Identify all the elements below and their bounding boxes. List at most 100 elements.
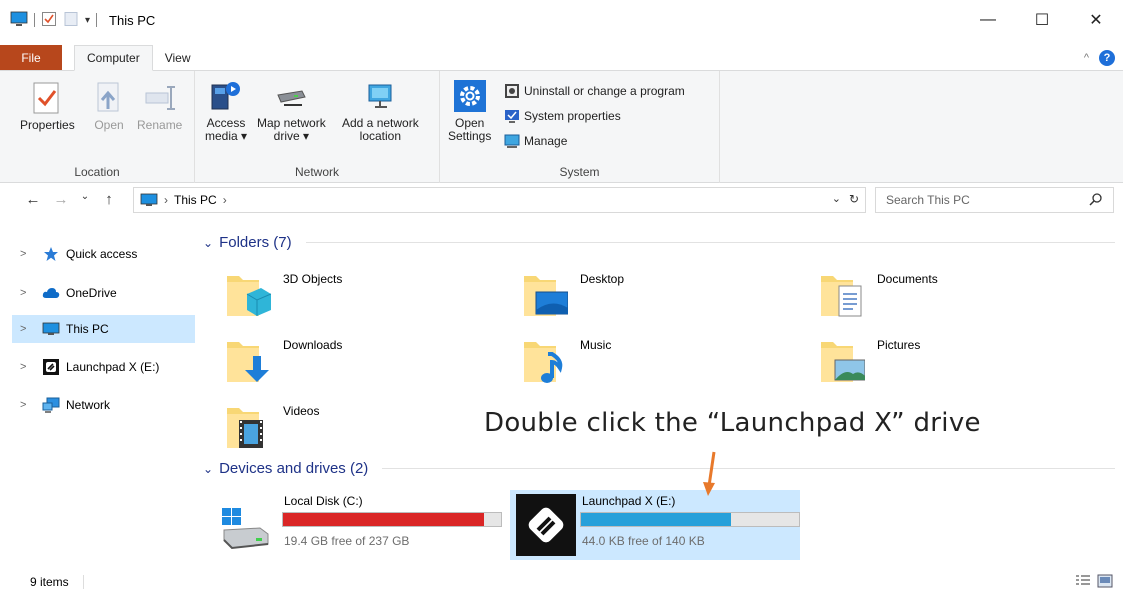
uninstall-icon bbox=[505, 84, 519, 98]
folder-label: Documents bbox=[877, 272, 938, 286]
maximize-button[interactable]: ☐ bbox=[1015, 0, 1069, 40]
tab-file[interactable]: File bbox=[0, 45, 62, 70]
breadcrumb-chevron-icon[interactable]: › bbox=[223, 193, 227, 207]
folders-header-label: Folders (7) bbox=[219, 234, 292, 251]
open-settings-button[interactable]: Open Settings bbox=[448, 79, 491, 143]
videos-folder-icon bbox=[227, 408, 263, 448]
folder-desktop[interactable]: Desktop bbox=[492, 264, 772, 322]
open-settings-label: Open Settings bbox=[448, 116, 492, 143]
instruction-annotation: Double click the “Launchpad X” drive bbox=[484, 408, 981, 438]
computer-icon bbox=[42, 321, 60, 337]
address-bar[interactable]: › This PC › ⌄ ↻ bbox=[133, 187, 866, 213]
large-icons-view-icon[interactable] bbox=[1097, 574, 1113, 591]
refresh-icon[interactable]: ↻ bbox=[849, 192, 859, 206]
system-properties-label: System properties bbox=[524, 109, 621, 123]
drive-launchpad-x-e[interactable]: Launchpad X (E:) 44.0 KB free of 140 KB bbox=[510, 490, 800, 560]
drive-usage-fill bbox=[283, 513, 484, 526]
documents-folder-icon bbox=[821, 276, 862, 317]
properties-button[interactable]: Properties bbox=[20, 81, 75, 132]
sidebar-item-network[interactable]: > Network bbox=[12, 391, 195, 419]
drive-usage-bar bbox=[282, 512, 502, 527]
search-input[interactable]: Search This PC bbox=[875, 187, 1114, 213]
folder-label: Downloads bbox=[283, 338, 343, 352]
uninstall-program-button[interactable]: Uninstall or change a program bbox=[504, 83, 685, 99]
expand-chevron-icon[interactable]: > bbox=[12, 248, 32, 260]
map-network-drive-label: Map network drive ▾ bbox=[257, 116, 326, 143]
3d-objects-folder-icon bbox=[227, 276, 271, 316]
folder-music[interactable]: Music bbox=[492, 330, 772, 388]
manage-label: Manage bbox=[524, 134, 568, 148]
expand-chevron-icon[interactable]: > bbox=[12, 399, 32, 411]
folder-3d-objects[interactable]: 3D Objects bbox=[195, 264, 475, 322]
search-placeholder: Search This PC bbox=[886, 193, 970, 207]
search-icon[interactable] bbox=[1089, 192, 1103, 209]
folder-downloads[interactable]: Downloads bbox=[195, 330, 475, 388]
qat-dropdown-icon[interactable]: ▾ bbox=[85, 15, 90, 26]
system-group: Open Settings Uninstall or change a prog… bbox=[440, 71, 720, 183]
folder-documents[interactable]: Documents bbox=[789, 264, 1069, 322]
expand-chevron-icon[interactable]: > bbox=[12, 287, 32, 299]
close-button[interactable]: ✕ bbox=[1069, 0, 1123, 40]
folder-label: Pictures bbox=[877, 338, 921, 352]
drive-name: Local Disk (C:) bbox=[284, 494, 363, 508]
recent-locations-icon[interactable]: ⌄ bbox=[78, 191, 92, 208]
network-group-label: Network bbox=[294, 165, 339, 179]
quick-access-toolbar: ▾ This PC bbox=[0, 11, 155, 30]
manage-button[interactable]: Manage bbox=[504, 133, 567, 149]
uninstall-program-label: Uninstall or change a program bbox=[524, 84, 685, 98]
system-properties-button[interactable]: System properties bbox=[504, 108, 621, 124]
drive-name: Launchpad X (E:) bbox=[582, 494, 676, 508]
folders-section-header[interactable]: ⌄ Folders (7) bbox=[203, 234, 1115, 251]
open-button[interactable]: Open bbox=[92, 81, 126, 132]
tab-computer[interactable]: Computer bbox=[74, 45, 153, 71]
system-group-label: System bbox=[559, 165, 600, 179]
properties-qat-icon[interactable] bbox=[41, 11, 57, 30]
breadcrumb-this-pc[interactable]: This PC bbox=[174, 193, 217, 207]
up-arrow-icon[interactable]: ↑ bbox=[98, 191, 120, 208]
minimize-button[interactable]: — bbox=[961, 0, 1015, 40]
access-media-button[interactable]: Access media ▾ bbox=[205, 79, 247, 143]
cloud-icon bbox=[42, 285, 60, 301]
sidebar-item-onedrive[interactable]: > OneDrive bbox=[12, 279, 195, 307]
computer-icon bbox=[140, 193, 158, 206]
location-group-label: Location bbox=[74, 165, 120, 179]
tab-view[interactable]: View bbox=[153, 45, 203, 70]
devices-header-label: Devices and drives (2) bbox=[219, 460, 369, 477]
sidebar-item-launchpad[interactable]: > Launchpad X (E:) bbox=[12, 353, 195, 381]
forward-arrow-icon[interactable]: → bbox=[50, 191, 72, 208]
network-location-icon bbox=[363, 79, 397, 113]
launchpad-drive-icon bbox=[42, 359, 60, 375]
network-drive-icon bbox=[274, 79, 308, 113]
collapse-chevron-icon[interactable]: ⌄ bbox=[203, 462, 213, 476]
pictures-folder-icon bbox=[821, 342, 865, 382]
details-view-icon[interactable] bbox=[1075, 574, 1091, 591]
expand-chevron-icon[interactable]: > bbox=[12, 361, 32, 373]
new-folder-qat-icon[interactable] bbox=[63, 11, 79, 30]
folder-pictures[interactable]: Pictures bbox=[789, 330, 1069, 388]
folder-label: Desktop bbox=[580, 272, 625, 286]
collapse-chevron-icon[interactable]: ⌄ bbox=[203, 236, 213, 250]
collapse-ribbon-icon[interactable]: ^ bbox=[1084, 52, 1089, 64]
map-network-drive-button[interactable]: Map network drive ▾ bbox=[257, 79, 326, 143]
folder-label: 3D Objects bbox=[283, 272, 343, 286]
properties-label: Properties bbox=[20, 118, 75, 132]
sidebar-item-label: OneDrive bbox=[66, 286, 117, 300]
folder-videos[interactable]: Videos bbox=[195, 396, 475, 454]
sidebar-item-label: Quick access bbox=[66, 247, 138, 261]
access-media-label: Access media ▾ bbox=[205, 116, 248, 143]
address-dropdown-icon[interactable]: ⌄ bbox=[832, 192, 841, 206]
devices-section-header[interactable]: ⌄ Devices and drives (2) bbox=[203, 460, 1115, 477]
rename-button[interactable]: Rename bbox=[137, 81, 182, 132]
add-network-location-button[interactable]: Add a network location bbox=[342, 79, 419, 143]
drive-local-disk-c[interactable]: Local Disk (C:) 19.4 GB free of 237 GB bbox=[212, 490, 502, 560]
location-group: Properties Open Rename Location bbox=[0, 71, 195, 183]
expand-chevron-icon[interactable]: > bbox=[12, 323, 32, 335]
help-icon[interactable]: ? bbox=[1099, 50, 1115, 66]
sidebar-item-label: Network bbox=[66, 398, 111, 412]
sidebar-item-this-pc[interactable]: > This PC bbox=[12, 315, 195, 343]
back-arrow-icon[interactable]: ← bbox=[22, 191, 44, 208]
breadcrumb-separator-icon: › bbox=[164, 193, 168, 207]
sidebar-item-quick-access[interactable]: > Quick access bbox=[12, 240, 195, 268]
properties-icon bbox=[30, 81, 64, 115]
ribbon: Properties Open Rename Location Access m… bbox=[0, 71, 1123, 183]
